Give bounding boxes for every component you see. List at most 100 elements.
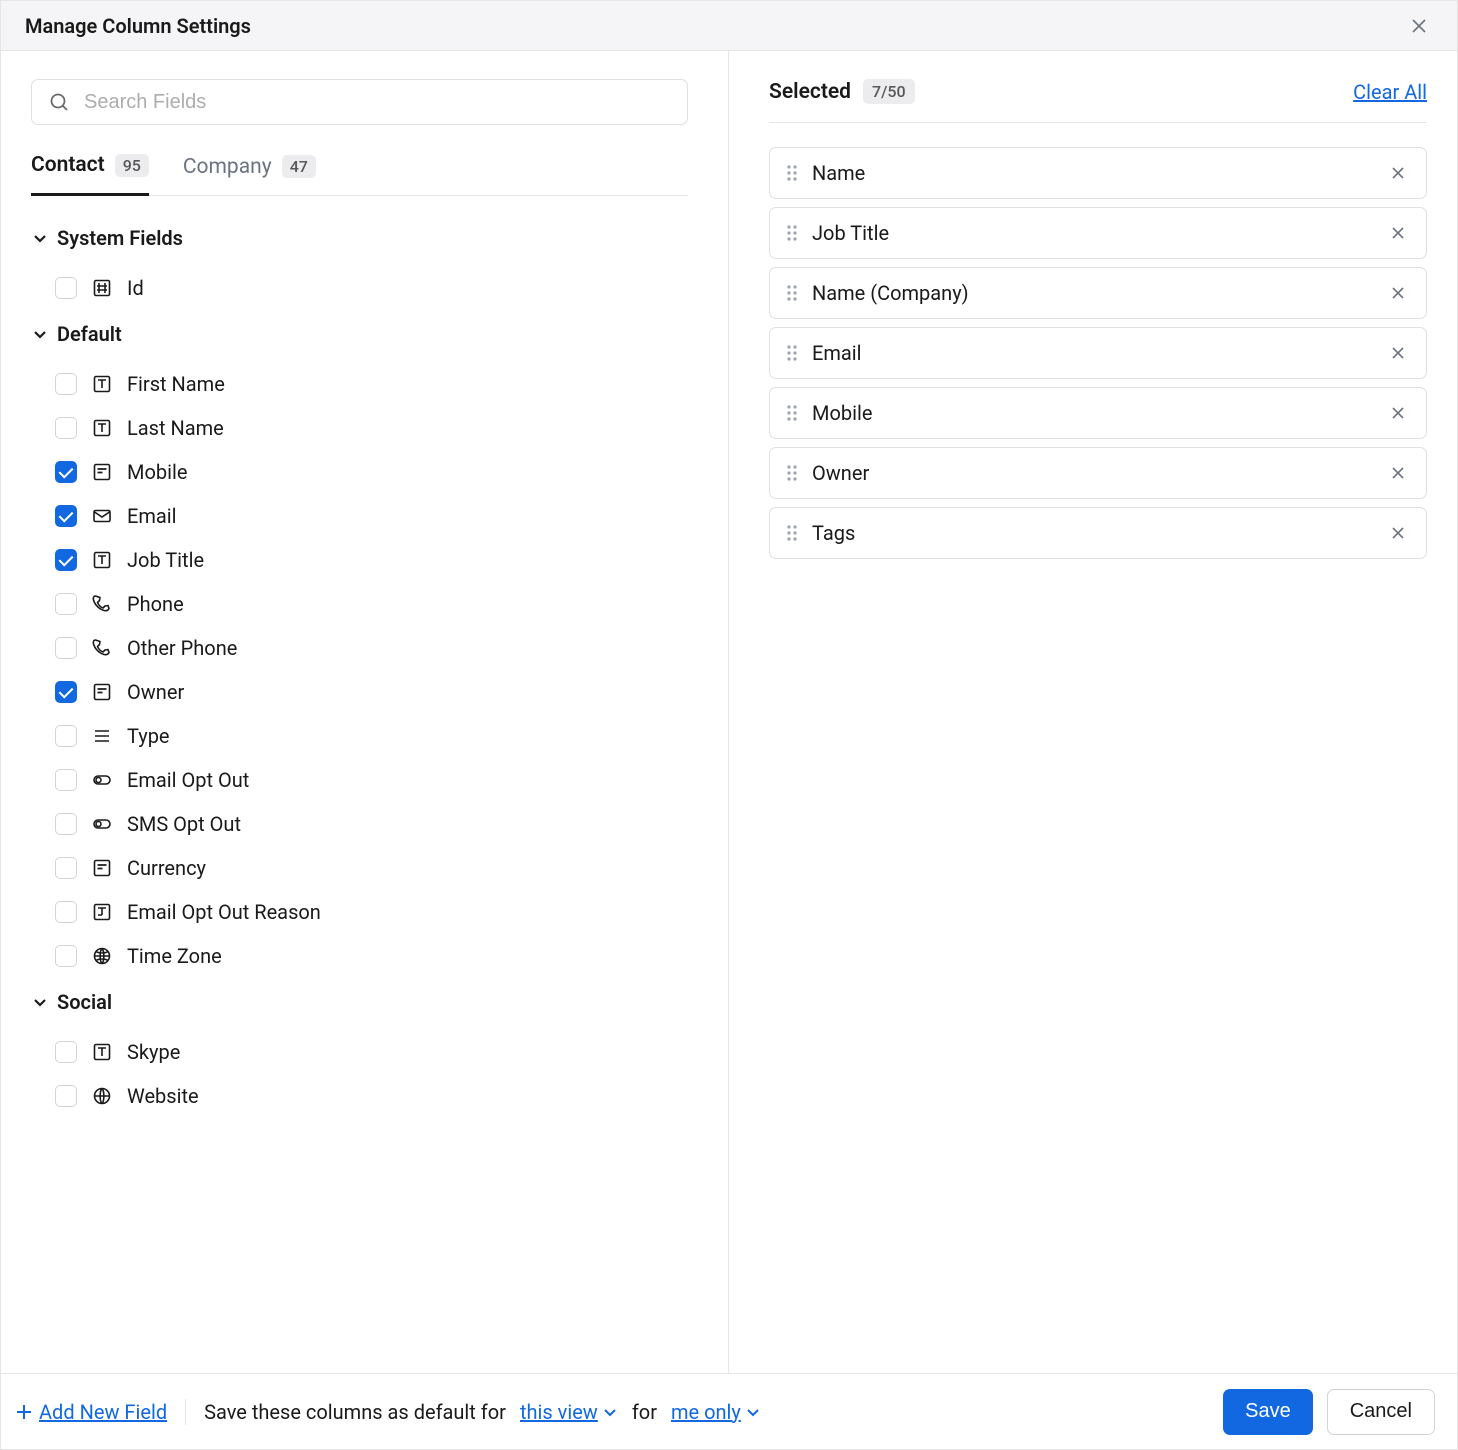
field-checkbox[interactable]: [55, 549, 77, 571]
field-checkbox[interactable]: [55, 945, 77, 967]
drag-handle-icon[interactable]: [786, 344, 798, 362]
field-checkbox[interactable]: [55, 417, 77, 439]
view-scope-label: this view: [520, 1400, 598, 1424]
field-checkbox[interactable]: [55, 725, 77, 747]
field-row: Job Title: [31, 538, 688, 582]
section-header[interactable]: Social: [31, 990, 688, 1014]
footer-divider: [185, 1399, 186, 1425]
remove-item-button[interactable]: [1386, 461, 1410, 485]
section-title: Social: [57, 990, 112, 1014]
selected-item-label: Owner: [812, 461, 869, 485]
user-scope-label: me only: [671, 1400, 741, 1424]
field-checkbox[interactable]: [55, 1041, 77, 1063]
remove-item-button[interactable]: [1386, 221, 1410, 245]
drag-handle-icon[interactable]: [786, 224, 798, 242]
selected-item[interactable]: Mobile: [769, 387, 1427, 439]
field-row: Currency: [31, 846, 688, 890]
field-row: Other Phone: [31, 626, 688, 670]
selected-item[interactable]: Email: [769, 327, 1427, 379]
hash-icon: [91, 277, 113, 299]
field-row: Type: [31, 714, 688, 758]
selected-item[interactable]: Owner: [769, 447, 1427, 499]
close-button[interactable]: [1405, 12, 1433, 40]
remove-item-button[interactable]: [1386, 281, 1410, 305]
field-label: SMS Opt Out: [127, 812, 241, 836]
available-fields-pane: Contact95 Company 47 System Fields IdDefau…: [1, 51, 729, 1373]
mail-icon: [91, 505, 113, 527]
field-row: Email Opt Out Reason: [31, 890, 688, 934]
section-header[interactable]: Default: [31, 322, 688, 346]
drag-handle-icon[interactable]: [786, 404, 798, 422]
textarea-icon: [91, 901, 113, 923]
selected-item[interactable]: Job Title: [769, 207, 1427, 259]
field-checkbox[interactable]: [55, 277, 77, 299]
remove-item-button[interactable]: [1386, 521, 1410, 545]
field-checkbox[interactable]: [55, 593, 77, 615]
selected-title: Selected: [769, 80, 851, 104]
tab-contact[interactable]: Contact95: [31, 153, 149, 196]
field-checkbox[interactable]: [55, 857, 77, 879]
user-scope-link[interactable]: me only: [671, 1400, 761, 1424]
close-icon: [1390, 285, 1406, 301]
remove-item-button[interactable]: [1386, 401, 1410, 425]
remove-item-button[interactable]: [1386, 161, 1410, 185]
field-checkbox[interactable]: [55, 1085, 77, 1107]
selected-item[interactable]: Name (Company): [769, 267, 1427, 319]
selected-item-label: Job Title: [812, 221, 889, 245]
section-header[interactable]: System Fields: [31, 226, 688, 250]
field-label: Mobile: [127, 460, 187, 484]
close-icon: [1409, 16, 1429, 36]
tab-count-badge: 47: [282, 155, 316, 178]
add-new-field-link[interactable]: Add New Field: [15, 1400, 167, 1424]
tab-company[interactable]: Company 47: [183, 153, 316, 196]
list-icon: [91, 725, 113, 747]
selected-item-label: Email: [812, 341, 862, 365]
field-row: Mobile: [31, 450, 688, 494]
section-title: System Fields: [57, 226, 183, 250]
tab-label: Company: [183, 155, 272, 179]
drag-handle-icon[interactable]: [786, 524, 798, 542]
drag-handle-icon[interactable]: [786, 284, 798, 302]
save-button[interactable]: Save: [1223, 1389, 1313, 1435]
chevron-down-icon: [31, 229, 49, 247]
cancel-button[interactable]: Cancel: [1327, 1389, 1435, 1435]
globe2-icon: [91, 1085, 113, 1107]
field-checkbox[interactable]: [55, 373, 77, 395]
field-checkbox[interactable]: [55, 769, 77, 791]
field-row: SMS Opt Out: [31, 802, 688, 846]
field-row: Time Zone: [31, 934, 688, 978]
field-row: Skype: [31, 1030, 688, 1074]
selected-count-badge: 7/50: [863, 79, 915, 104]
phone-icon: [91, 593, 113, 615]
selected-item-label: Name (Company): [812, 281, 969, 305]
field-label: Id: [127, 276, 144, 300]
field-label: Currency: [127, 856, 206, 880]
dialog-footer: Add New Field Save these columns as defa…: [1, 1373, 1457, 1449]
field-checkbox[interactable]: [55, 813, 77, 835]
selected-item[interactable]: Tags: [769, 507, 1427, 559]
drag-handle-icon[interactable]: [786, 464, 798, 482]
selected-item[interactable]: Name: [769, 147, 1427, 199]
field-checkbox[interactable]: [55, 901, 77, 923]
selected-item-label: Tags: [812, 521, 855, 545]
selected-fields-pane: Selected 7/50 Clear All Name Job Title: [729, 51, 1457, 1373]
clear-all-link[interactable]: Clear All: [1353, 80, 1427, 104]
field-row: Owner: [31, 670, 688, 714]
field-checkbox[interactable]: [55, 505, 77, 527]
globe-icon: [91, 945, 113, 967]
field-checkbox[interactable]: [55, 681, 77, 703]
field-label: Phone: [127, 592, 184, 616]
drag-handle-icon[interactable]: [786, 164, 798, 182]
close-icon: [1390, 165, 1406, 181]
close-icon: [1390, 345, 1406, 361]
remove-item-button[interactable]: [1386, 341, 1410, 365]
close-icon: [1390, 405, 1406, 421]
search-input[interactable]: [31, 79, 688, 125]
field-checkbox[interactable]: [55, 637, 77, 659]
section-title: Default: [57, 322, 122, 346]
close-icon: [1390, 525, 1406, 541]
field-checkbox[interactable]: [55, 461, 77, 483]
view-scope-link[interactable]: this view: [520, 1400, 618, 1424]
field-row: Last Name: [31, 406, 688, 450]
toggle-icon: [91, 769, 113, 791]
